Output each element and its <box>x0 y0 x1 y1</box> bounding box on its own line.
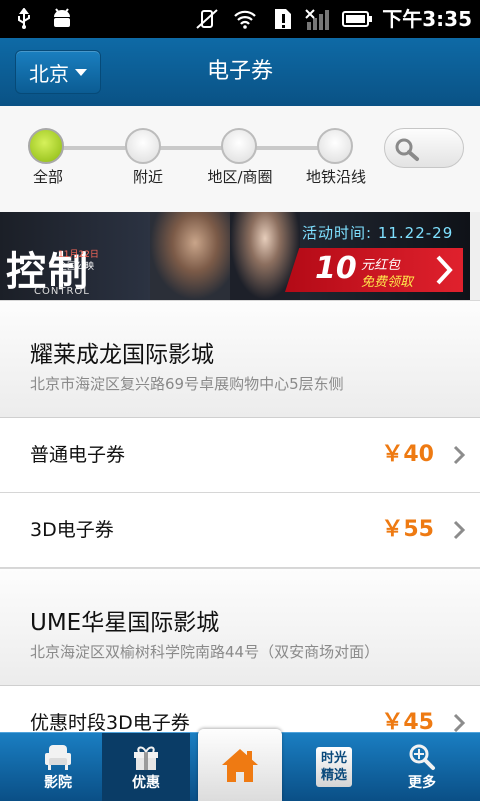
chevron-right-icon <box>453 445 466 465</box>
android-debug-icon <box>48 6 76 32</box>
city-selector-button[interactable]: 北京 <box>15 50 101 94</box>
tab-cinemas[interactable]: 影院 <box>14 733 102 801</box>
chevron-right-icon <box>453 713 466 732</box>
battery-icon <box>342 6 372 32</box>
cinema-name: UME华星国际影城 <box>30 610 220 636</box>
armchair-icon <box>42 742 74 772</box>
bottom-tab-bar: 影院 优惠 时光 精选 更多 <box>0 729 480 801</box>
voucher-row[interactable]: 普通电子券 ￥40 <box>0 418 480 493</box>
tab-deals[interactable]: 优惠 <box>102 733 190 801</box>
tab-label: 影院 <box>44 775 72 791</box>
promo-banner[interactable]: 控制 11月22日 全国公映 CONTROL 活动时间: 11.22-29 10… <box>0 212 470 300</box>
filter-node-all[interactable] <box>28 128 64 164</box>
banner-actor-image <box>150 212 240 300</box>
search-button[interactable] <box>384 128 464 168</box>
filter-node-subway[interactable] <box>317 128 353 164</box>
cinema-header[interactable]: 耀莱成龙国际影城 北京市海淀区复兴路69号卓展购物中心5层东侧 <box>0 300 480 418</box>
cinema-header[interactable]: UME华星国际影城 北京海淀区双榆树科学院南路44号（双安商场对面） <box>0 568 480 686</box>
status-bar: 下午3:35 <box>0 0 480 38</box>
tab-more[interactable]: 更多 <box>378 733 466 801</box>
filter-label-nearby[interactable]: 附近 <box>133 166 163 187</box>
voucher-price: ￥40 <box>381 442 434 467</box>
tab-label: 更多 <box>408 775 436 791</box>
filter-track <box>46 146 336 150</box>
banner-coupon-amount: 10 <box>315 251 357 286</box>
title-bar: 电子券 北京 <box>0 38 480 106</box>
search-icon <box>395 138 419 161</box>
cinema-address: 北京海淀区双榆树科学院南路44号（双安商场对面） <box>30 643 380 661</box>
filter-node-district[interactable] <box>221 128 257 164</box>
filter-label-subway[interactable]: 地铁沿线 <box>306 166 366 187</box>
filter-label-all[interactable]: 全部 <box>33 166 63 187</box>
chevron-down-icon <box>75 68 87 76</box>
city-label: 北京 <box>29 61 69 86</box>
filter-label-district[interactable]: 地区/商圈 <box>207 166 272 187</box>
banner-release-note: 全国公映 <box>58 262 95 272</box>
chevron-right-icon <box>436 255 453 285</box>
featured-badge: 时光 精选 <box>316 747 352 787</box>
voucher-row[interactable]: 优惠时段3D电子券 ￥45 <box>0 686 480 732</box>
voucher-name: 普通电子券 <box>30 444 126 466</box>
wifi-icon <box>232 6 258 32</box>
voucher-price: ￥45 <box>381 710 434 732</box>
banner-release-date: 11月22日 <box>58 250 99 260</box>
status-time: 下午3:35 <box>382 7 472 31</box>
banner-english-title: CONTROL <box>34 286 90 297</box>
tab-featured[interactable]: 时光 精选 <box>290 733 378 801</box>
home-icon <box>220 745 260 785</box>
filter-node-nearby[interactable] <box>125 128 161 164</box>
chevron-right-icon <box>453 520 466 540</box>
filter-bar: 全部 附近 地区/商圈 地铁沿线 <box>0 106 480 212</box>
voucher-name: 3D电子券 <box>30 519 114 541</box>
cinema-list[interactable]: 耀莱成龙国际影城 北京市海淀区复兴路69号卓展购物中心5层东侧 普通电子券 ￥4… <box>0 300 480 732</box>
tab-label: 优惠 <box>132 775 160 791</box>
voucher-name: 优惠时段3D电子券 <box>30 712 190 732</box>
sim-alert-icon <box>270 6 296 32</box>
tab-home[interactable] <box>198 729 282 801</box>
voucher-row[interactable]: 3D电子券 ￥55 <box>0 493 480 568</box>
gift-icon <box>130 742 162 772</box>
vibrate-off-icon <box>194 6 220 32</box>
voucher-price: ￥55 <box>381 517 434 542</box>
banner-coupon-line2: 免费领取 <box>361 275 414 290</box>
cinema-address: 北京市海淀区复兴路69号卓展购物中心5层东侧 <box>30 375 344 393</box>
cinema-name: 耀莱成龙国际影城 <box>30 342 214 368</box>
banner-coupon-tag[interactable]: 10 元红包 免费领取 <box>285 248 463 292</box>
search-more-icon <box>406 742 438 772</box>
banner-activity-time: 活动时间: 11.22-29 <box>302 224 454 242</box>
usb-icon <box>12 6 36 32</box>
signal-icon <box>304 6 330 32</box>
